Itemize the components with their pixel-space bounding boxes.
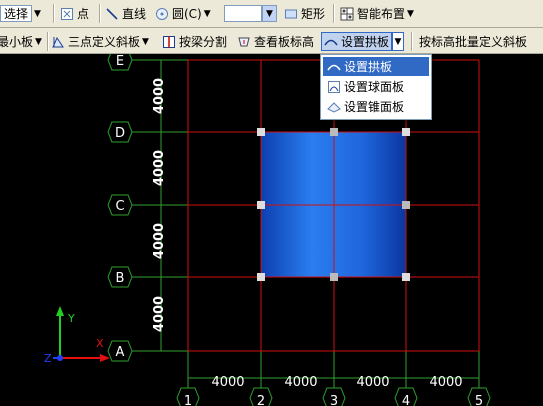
chevron-down-icon[interactable]: ▼ [34, 9, 41, 19]
row-axis-label: C [115, 199, 124, 214]
arch-slab-dropdown-menu: 设置拱板 设置球面板 设置锥面板 [320, 54, 432, 120]
column-spacing-dimension: 4000 [356, 375, 389, 390]
row-spacing-dimension: 4000 [152, 223, 167, 259]
line-icon [106, 7, 118, 20]
ucs-z-label: Z [44, 352, 52, 365]
cone-slab-icon [327, 101, 341, 113]
smart-layout-label: 智能布置 [357, 7, 406, 21]
view-height-icon [238, 37, 250, 46]
toolbar-separator [99, 4, 101, 23]
rectangle-icon [285, 9, 297, 18]
toolbar-separator [411, 32, 413, 51]
split-by-beam-button[interactable]: 按梁分割 [162, 32, 227, 51]
small-board-dropdown[interactable]: 最小板 ▼ [0, 32, 42, 51]
batch-slope-button[interactable]: 按标高批量定义斜板 [419, 32, 527, 51]
view-height-button[interactable]: 查看板标高 [237, 32, 314, 51]
column-axis-label: 4 [402, 394, 410, 406]
slope-icon [52, 36, 64, 47]
view-height-label: 查看板标高 [254, 35, 315, 49]
smart-layout-button[interactable]: 智能布置 ▼ [340, 4, 414, 23]
row-axis-label: D [115, 126, 125, 141]
column-axis-label: 5 [475, 394, 483, 406]
rect-label: 矩形 [301, 7, 326, 21]
sphere-slab-icon [328, 80, 340, 93]
slab-toolbar: 最小板 ▼ 三点定义斜板 ▼ 按梁分割 查看板标高 设置拱板 ▼ 按标高批量定义… [0, 28, 543, 54]
row-spacing-dimension: 4000 [152, 78, 167, 114]
arch-slab-icon [327, 64, 341, 70]
set-arch-label: 设置拱板 [341, 35, 390, 49]
split-by-beam-label: 按梁分割 [179, 35, 228, 49]
point-icon [61, 7, 73, 20]
toolbar-separator [47, 32, 49, 51]
smart-layout-icon [340, 7, 354, 20]
column-spacing-dimension: 4000 [429, 375, 462, 390]
split-icon [163, 35, 175, 48]
menu-item-set-arch[interactable]: 设置拱板 [323, 57, 429, 76]
ucs-y-label: Y [67, 312, 75, 325]
column-axis-label: 3 [330, 394, 338, 406]
line-label: 直线 [122, 7, 147, 21]
column-spacing-dimension: 4000 [211, 375, 244, 390]
point-label: 点 [77, 7, 90, 21]
menu-item-label: 设置锥面板 [344, 100, 405, 114]
circle-label: 圆(C) [172, 7, 202, 21]
select-field[interactable]: 选择 [0, 5, 33, 22]
arch-slab-icon [324, 39, 338, 45]
rect-button[interactable]: 矩形 [284, 4, 325, 23]
drawing-canvas[interactable]: E D C B A 1 2 3 4 5 4000 4000 4000 4000 … [0, 54, 543, 406]
row-axis-label: B [116, 271, 125, 286]
row-axis-label: A [116, 345, 125, 360]
chevron-down-icon[interactable]: ▼ [392, 32, 405, 51]
circle-button[interactable]: 圆(C) ▼ [155, 4, 211, 23]
chevron-down-icon[interactable]: ▼ [142, 37, 149, 47]
menu-item-label: 设置拱板 [344, 60, 393, 74]
row-spacing-dimension: 4000 [152, 150, 167, 186]
batch-slope-label: 按标高批量定义斜板 [419, 35, 528, 49]
style-combo[interactable]: ▼ [224, 4, 277, 23]
chevron-down-icon[interactable]: ▼ [204, 9, 211, 19]
select-label: 选择 [4, 7, 29, 21]
circle-icon [156, 7, 168, 20]
column-axis-label: 2 [257, 394, 265, 406]
set-arch-button[interactable]: 设置拱板 ▼ [321, 32, 405, 51]
three-point-slope-button[interactable]: 三点定义斜板 ▼ [51, 32, 149, 51]
style-field[interactable] [224, 5, 262, 22]
menu-item-label: 设置球面板 [344, 80, 405, 94]
row-spacing-dimension: 4000 [152, 296, 167, 332]
small-board-label: 最小板 [0, 35, 34, 49]
toolbar-separator [53, 4, 55, 23]
select-dropdown[interactable]: 选择 ▼ [0, 4, 41, 23]
three-point-label: 三点定义斜板 [68, 35, 141, 49]
column-spacing-dimension: 4000 [284, 375, 317, 390]
chevron-down-icon[interactable]: ▼ [35, 37, 42, 47]
menu-item-set-sphere[interactable]: 设置球面板 [323, 77, 429, 96]
chevron-down-icon[interactable]: ▼ [407, 9, 414, 19]
column-axis-label: 1 [184, 394, 192, 406]
chevron-down-icon[interactable]: ▼ [262, 5, 277, 22]
drawing-toolbar: 选择 ▼ 点 直线 圆(C) ▼ ▼ 矩形 智能布置 ▼ [0, 0, 543, 28]
line-button[interactable]: 直线 [105, 4, 146, 23]
toolbar-separator [333, 4, 335, 23]
point-button[interactable]: 点 [60, 4, 89, 23]
row-axis-label: E [116, 54, 124, 69]
ucs-x-label: X [96, 337, 104, 350]
menu-item-set-cone[interactable]: 设置锥面板 [323, 97, 429, 116]
